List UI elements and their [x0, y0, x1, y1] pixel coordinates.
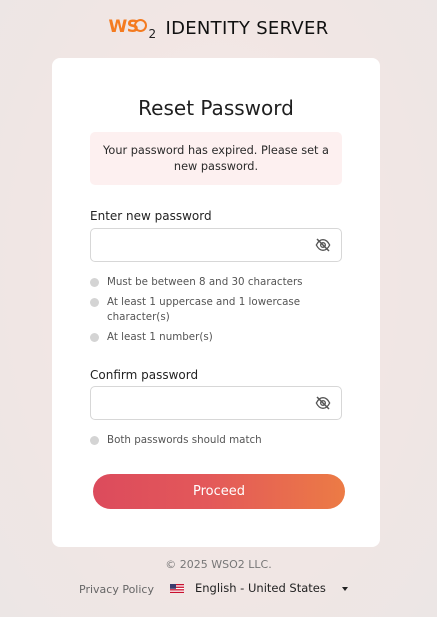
- us-flag-icon: [170, 583, 184, 593]
- wso2-logo: WS 2: [108, 17, 157, 41]
- proceed-button[interactable]: Proceed: [93, 474, 345, 509]
- eye-off-icon[interactable]: [315, 238, 331, 252]
- rule-status-indicator: [90, 278, 99, 287]
- brand-header: WS 2 IDENTITY SERVER: [0, 16, 437, 41]
- rule-status-indicator: [90, 333, 99, 342]
- rule-number: At least 1 number(s): [90, 330, 320, 345]
- reset-password-card: Reset Password Your password has expired…: [52, 58, 380, 547]
- expired-password-alert: Your password has expired. Please set a …: [90, 132, 342, 185]
- new-password-input[interactable]: [91, 229, 321, 261]
- rule-status-indicator: [90, 298, 99, 307]
- chevron-down-icon: [342, 587, 348, 591]
- eye-off-icon[interactable]: [315, 396, 331, 410]
- confirm-password-field-wrapper: [90, 386, 342, 420]
- new-password-label: Enter new password: [90, 209, 212, 223]
- rule-case: At least 1 uppercase and 1 lowercase cha…: [90, 295, 320, 325]
- rule-length: Must be between 8 and 30 characters: [90, 275, 320, 290]
- new-password-field-wrapper: [90, 228, 342, 262]
- confirm-password-label: Confirm password: [90, 368, 199, 382]
- confirm-password-input[interactable]: [91, 387, 321, 419]
- brand-title: IDENTITY SERVER: [165, 17, 329, 39]
- rule-status-indicator: [90, 436, 99, 445]
- rule-match: Both passwords should match: [90, 433, 320, 448]
- copyright: © 2025 WSO2 LLC.: [165, 558, 272, 571]
- page-title: Reset Password: [138, 96, 294, 120]
- language-label: English - United States: [195, 581, 326, 595]
- language-selector[interactable]: English - United States: [170, 581, 348, 595]
- privacy-policy-link[interactable]: Privacy Policy: [79, 583, 154, 596]
